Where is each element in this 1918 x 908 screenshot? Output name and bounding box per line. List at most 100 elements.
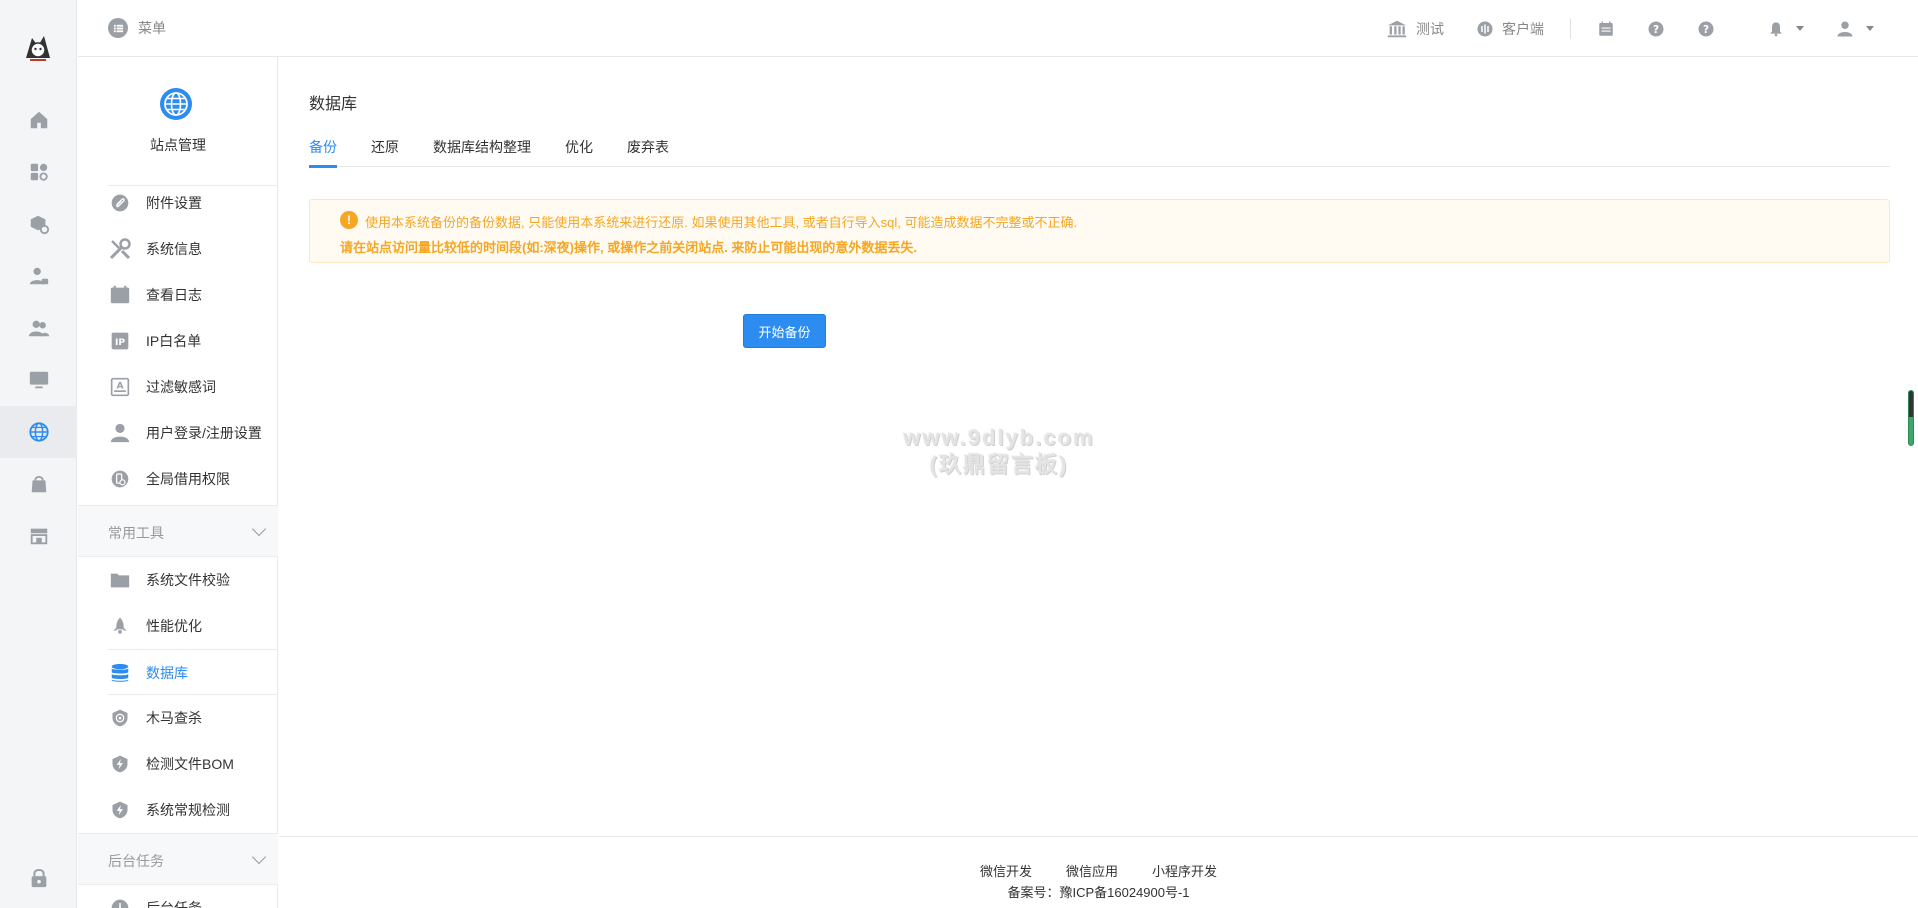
- group-common-tools[interactable]: 常用工具: [78, 505, 278, 557]
- alert-line-2: 请在站点访问量比较低的时间段(如:深夜)操作, 或操作之前关闭站点. 来防止可能…: [340, 240, 918, 255]
- rail-monitor[interactable]: [0, 354, 77, 406]
- sidebar-item-label: IP白名单: [146, 333, 202, 349]
- monitor-icon: [29, 371, 48, 389]
- user-dropdown[interactable]: [1820, 20, 1890, 38]
- sidebar-item-file-check[interactable]: 系统文件校验: [108, 557, 278, 603]
- separator: [1570, 18, 1571, 39]
- rail-site[interactable]: [0, 406, 77, 458]
- rail-lock[interactable]: [0, 852, 77, 904]
- sidebar-item-attachment[interactable]: 附件设置: [108, 180, 278, 226]
- shield-bolt-icon: [108, 752, 132, 776]
- sidebar-item-database[interactable]: 数据库: [108, 650, 278, 696]
- client-link[interactable]: 客户端: [1460, 19, 1560, 39]
- group-background-tasks[interactable]: 后台任务: [78, 833, 278, 885]
- box-gear-icon: [30, 215, 49, 235]
- rail-users[interactable]: [0, 302, 77, 354]
- watermark: www.9dlyb.com (玖鼎留言板): [859, 424, 1139, 478]
- group-label: 常用工具: [108, 525, 164, 541]
- sidebar-item-label: 全局借用权限: [146, 471, 230, 487]
- tab-backup[interactable]: 备份: [309, 135, 354, 168]
- sidebar-item-label: 系统文件校验: [146, 572, 230, 588]
- home-icon: [30, 111, 47, 129]
- apps-icon: [30, 163, 48, 181]
- rail-shop[interactable]: [0, 458, 77, 510]
- sidebar-item-label: 过滤敏感词: [146, 379, 216, 395]
- help-icon: ?: [1698, 21, 1714, 36]
- rail-apps[interactable]: [0, 146, 77, 198]
- svg-text:?: ?: [1703, 23, 1709, 35]
- rail-modules[interactable]: [0, 198, 77, 250]
- app-logo[interactable]: [18, 28, 58, 68]
- sidebar-item-tasks[interactable]: 后台任务: [108, 885, 278, 908]
- rail-store[interactable]: [0, 510, 77, 562]
- bell-icon: [1770, 21, 1782, 36]
- sidebar-item-label: 检测文件BOM: [146, 756, 234, 772]
- group-label: 后台任务: [108, 853, 164, 869]
- sidebar-item-filter-words[interactable]: A 过滤敏感词: [108, 364, 278, 410]
- sidebar-item-label: 用户登录/注册设置: [146, 425, 262, 441]
- start-backup-button[interactable]: 开始备份: [743, 314, 826, 348]
- user-lock-icon: [29, 267, 48, 285]
- sidebar-item-user-login[interactable]: 用户登录/注册设置: [108, 410, 278, 456]
- shield-scan-icon: [108, 706, 132, 730]
- top-right-actions: 测试 客户端 ? ?: [1370, 0, 1890, 57]
- client-icon: [1477, 21, 1493, 36]
- bag-icon: [31, 475, 46, 493]
- sidebar-item-label: 系统信息: [146, 241, 202, 257]
- help-icon: ?: [1648, 21, 1664, 36]
- sidebar-item-ip-whitelist[interactable]: IP IP白名单: [108, 318, 278, 364]
- chevron-down-icon: [251, 849, 267, 865]
- sidebar-item-performance[interactable]: 性能优化: [108, 603, 278, 649]
- separator: [1741, 19, 1742, 39]
- bank-icon: [1387, 20, 1407, 37]
- calendar-icon: [1599, 21, 1613, 36]
- sidebar-item-bom-check[interactable]: 检测文件BOM: [108, 741, 278, 787]
- footer: 微信开发 微信应用 小程序开发 备案号：豫ICP备16024900号-1: [279, 836, 1918, 908]
- globe-icon: [28, 422, 49, 442]
- warning-icon: !: [340, 211, 358, 229]
- menu-toggle[interactable]: 菜单: [108, 18, 166, 38]
- calendar-button[interactable]: [1581, 20, 1631, 38]
- user-settings-icon: [108, 421, 132, 445]
- folder-icon: [108, 568, 132, 592]
- rail-user-lock[interactable]: [0, 250, 77, 302]
- page-title: 数据库: [309, 96, 358, 113]
- log-icon: [108, 283, 132, 307]
- test-link[interactable]: 测试: [1370, 18, 1460, 40]
- sidebar-header: 站点管理: [78, 57, 278, 185]
- footer-links: 微信开发 微信应用 小程序开发: [279, 861, 1918, 880]
- site-sidebar: 站点管理 附件设置 系统信息 查看日志 IP IP白名单 A 过滤敏感词 用户登…: [78, 57, 278, 908]
- sidebar-item-logs[interactable]: 查看日志: [108, 272, 278, 318]
- alert-line-1: 使用本系统备份的备份数据, 只能使用本系统来进行还原. 如果使用其他工具, 或者…: [365, 215, 1078, 230]
- svg-text:IP: IP: [115, 337, 125, 348]
- footer-link-miniprogram[interactable]: 小程序开发: [1152, 861, 1217, 880]
- tools-icon: [108, 237, 132, 261]
- sidebar-item-routine-check[interactable]: 系统常规检测: [108, 787, 278, 833]
- help-button-2[interactable]: ?: [1681, 20, 1731, 38]
- attachment-icon: [108, 191, 132, 215]
- permission-icon: [108, 467, 132, 491]
- footer-link-wechat-dev[interactable]: 微信开发: [980, 861, 1032, 880]
- tab-structure[interactable]: 数据库结构整理: [416, 135, 548, 167]
- ip-icon: IP: [108, 329, 132, 353]
- sidebar-item-permissions[interactable]: 全局借用权限: [108, 456, 278, 502]
- svg-text:A: A: [116, 381, 124, 392]
- icp-record[interactable]: 备案号：豫ICP备16024900号-1: [279, 882, 1918, 901]
- user-icon: [1837, 21, 1853, 36]
- help-button[interactable]: ?: [1631, 20, 1681, 38]
- top-bar: 菜单 测试 客户端 ? ?: [78, 0, 1918, 57]
- footer-link-wechat-apps[interactable]: 微信应用: [1066, 861, 1118, 880]
- tab-restore[interactable]: 还原: [354, 135, 416, 167]
- notifications-dropdown[interactable]: [1752, 21, 1820, 37]
- sidebar-item-trojan-scan[interactable]: 木马查杀: [108, 695, 278, 741]
- sidebar-item-label: 附件设置: [146, 195, 202, 211]
- task-icon: [108, 896, 132, 908]
- sidebar-title: 站点管理: [150, 137, 206, 153]
- rail-home[interactable]: [0, 94, 77, 146]
- scroll-indicator[interactable]: [1908, 390, 1914, 446]
- database-icon: [108, 661, 132, 685]
- tab-deprecated[interactable]: 废弃表: [610, 135, 686, 167]
- sidebar-item-system-info[interactable]: 系统信息: [108, 226, 278, 272]
- tab-optimize[interactable]: 优化: [548, 135, 610, 167]
- main-content: 数据库 备份 还原 数据库结构整理 优化 废弃表 ! 使用本系统备份的备份数据,…: [279, 57, 1918, 836]
